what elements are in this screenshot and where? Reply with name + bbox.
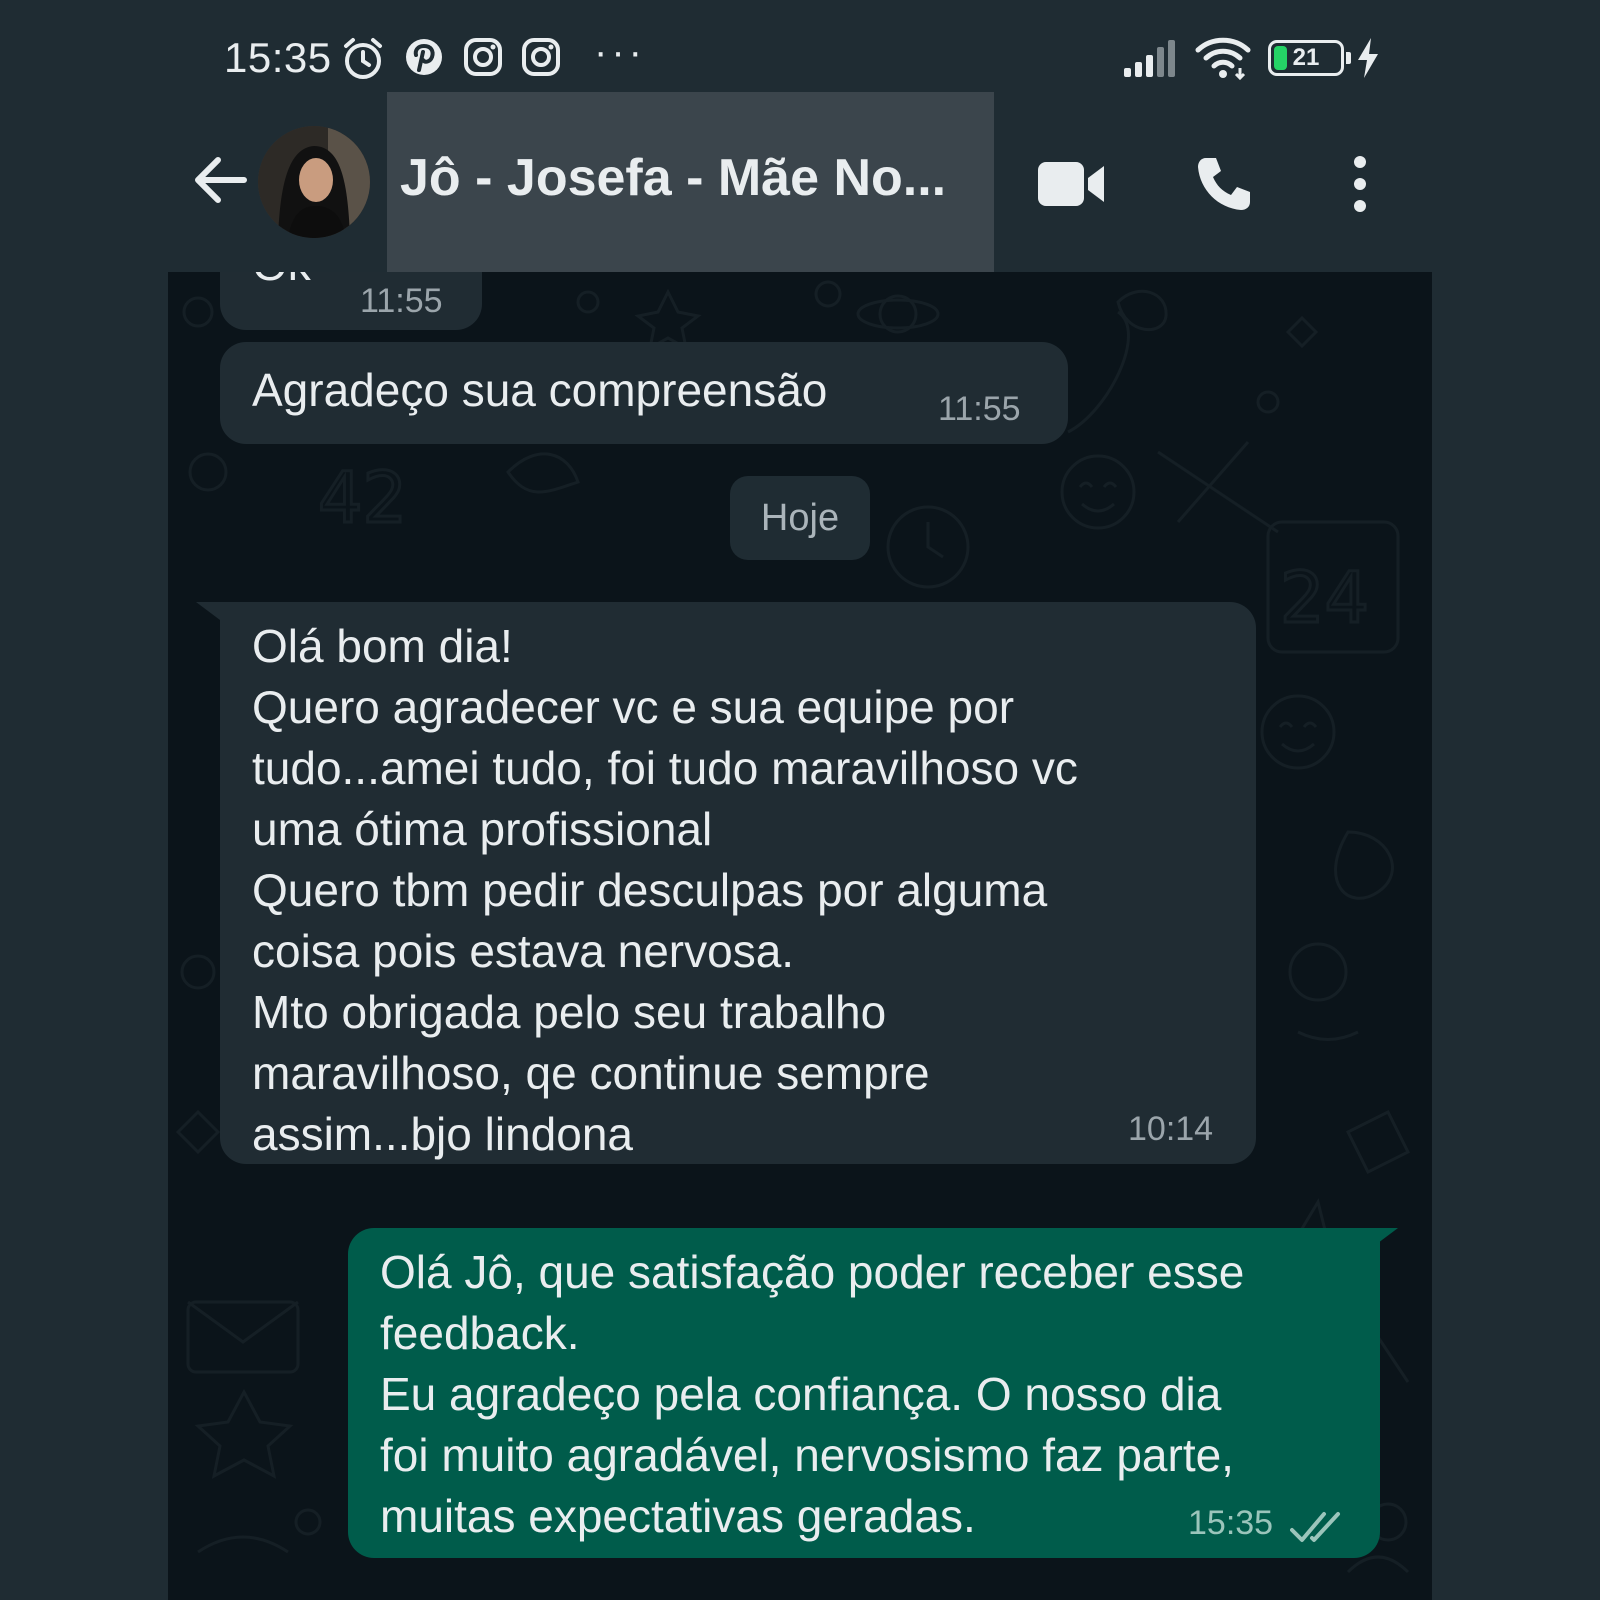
charging-bolt-icon: [1358, 38, 1378, 78]
clock: 15:35: [224, 34, 332, 81]
svg-text:42: 42: [318, 457, 407, 539]
message-text: Ok: [252, 272, 311, 295]
video-call-icon[interactable]: [1038, 162, 1104, 206]
message-time: 15:35: [1188, 1504, 1274, 1542]
incoming-message-bubble[interactable]: Ok 11:55: [220, 272, 482, 330]
battery-percent: 21: [1292, 44, 1320, 71]
more-notifications-icon: ···: [594, 30, 646, 74]
more-vert-icon[interactable]: [1348, 154, 1372, 214]
message-time: 10:14: [1128, 1110, 1214, 1148]
message-time: 11:55: [938, 390, 1021, 428]
battery-icon: 21: [1268, 40, 1344, 76]
chat-header: Jô - Josefa - Mãe No...: [0, 92, 1600, 272]
contact-name[interactable]: Jô - Josefa - Mãe No...: [400, 148, 946, 208]
voice-call-icon[interactable]: [1194, 154, 1254, 214]
message-time: 11:55: [360, 282, 443, 320]
date-divider: Hoje: [730, 476, 870, 560]
battery-tip: [1346, 52, 1351, 64]
cellular-signal-icon: [1124, 40, 1175, 77]
date-divider-label: Hoje: [760, 497, 840, 539]
pinterest-icon: [406, 39, 442, 75]
wifi-icon: [1195, 37, 1251, 80]
outgoing-message-bubble[interactable]: Olá Jô, que satisfação poder receber ess…: [348, 1228, 1380, 1558]
incoming-message-bubble[interactable]: Agradeço sua compreensão 11:55: [220, 342, 1068, 444]
chat-area[interactable]: 42 24 Ok 11:55 Agradeço sua com: [168, 272, 1432, 1600]
contact-avatar[interactable]: [258, 126, 370, 238]
instagram-icon: [522, 38, 560, 76]
read-double-check-icon: [1290, 1512, 1340, 1542]
back-arrow-icon[interactable]: [192, 152, 248, 208]
message-text: Agradeço sua compreensão: [252, 364, 828, 416]
message-text: Olá bom dia! Quero agradecer vc e sua eq…: [252, 620, 1078, 1160]
instagram-icon: [464, 38, 502, 76]
incoming-message-bubble[interactable]: Olá bom dia! Quero agradecer vc e sua eq…: [220, 602, 1256, 1164]
alarm-icon: [344, 38, 382, 79]
svg-text:24: 24: [1280, 557, 1369, 639]
message-text: Olá Jô, que satisfação poder receber ess…: [380, 1246, 1245, 1542]
